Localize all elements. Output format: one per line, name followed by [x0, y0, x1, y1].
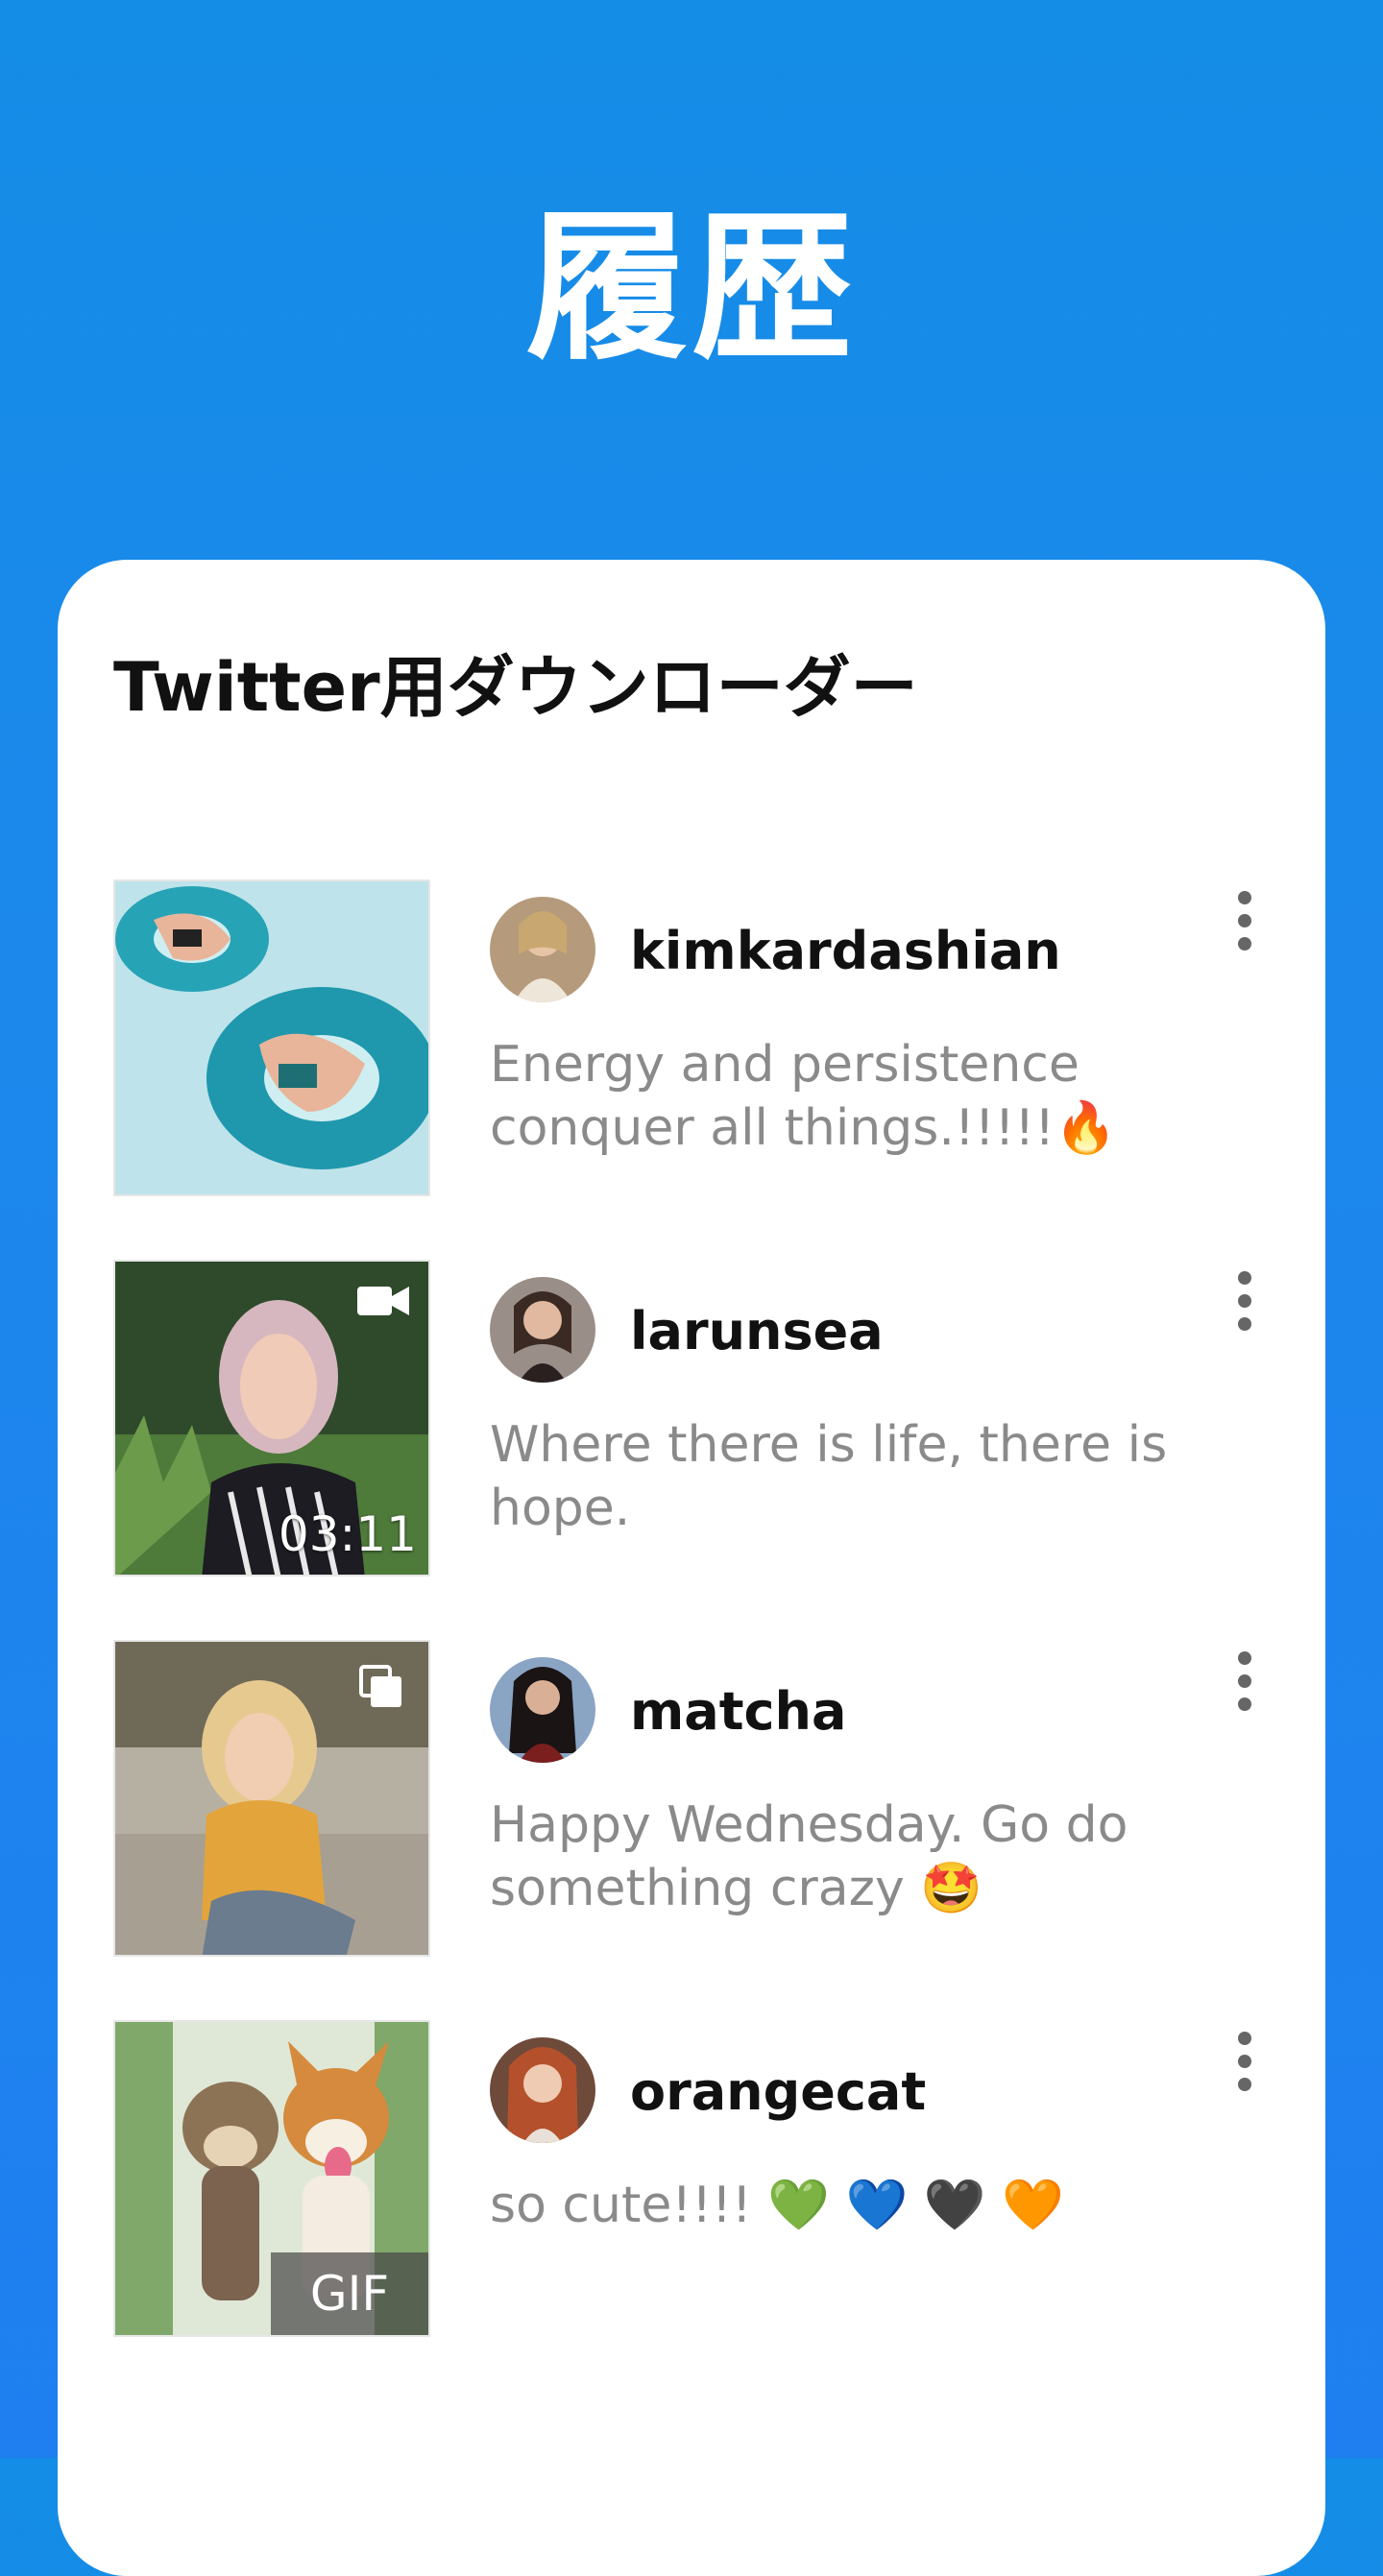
avatar[interactable] [490, 897, 595, 1002]
list-item[interactable]: 03:11 larunsea Where there is life, ther… [113, 1260, 1285, 1577]
avatar[interactable] [490, 2037, 595, 2143]
video-duration: 03:11 [278, 1506, 417, 1562]
avatar[interactable] [490, 1657, 595, 1763]
thumbnail-multi-image[interactable] [113, 1640, 430, 1957]
thumbnail-video[interactable]: 03:11 [113, 1260, 430, 1577]
username[interactable]: kimkardashian [630, 918, 1061, 985]
page-title: 履歴 [526, 194, 857, 382]
more-options-icon[interactable] [1216, 1651, 1274, 1728]
username[interactable]: orangecat [630, 2058, 926, 2126]
list-item[interactable]: kimkardashian Energy and persistence con… [113, 879, 1285, 1196]
username[interactable]: larunsea [630, 1298, 884, 1365]
video-camera-icon [357, 1287, 409, 1315]
avatar[interactable] [490, 1277, 595, 1383]
thumbnail-gif[interactable]: GIF [113, 2020, 430, 2337]
list-item[interactable]: GIF orangecat so cute!!!! 💚 💙 🖤 🧡 [113, 2020, 1285, 2337]
more-options-icon[interactable] [1216, 891, 1274, 968]
card-title: Twitter用ダウンローダー [113, 648, 918, 727]
more-options-icon[interactable] [1216, 1271, 1274, 1348]
more-options-icon[interactable] [1216, 2032, 1274, 2108]
thumbnail-image[interactable] [113, 879, 430, 1196]
username[interactable]: matcha [630, 1678, 846, 1745]
list-item[interactable]: matcha Happy Wednesday. Go do something … [113, 1640, 1285, 1957]
caption-text: Happy Wednesday. Go do something crazy 🤩 [490, 1796, 1128, 1917]
history-card: Twitter用ダウンローダー kimkardashian Energy and… [58, 560, 1325, 2576]
caption-text: Energy and persistence conquer all thing… [490, 1036, 1117, 1157]
caption-text: so cute!!!! 💚 💙 🖤 🧡 [490, 2177, 1064, 2234]
caption-text: Where there is life, there is hope. [490, 1416, 1168, 1537]
gif-badge: GIF [271, 2252, 428, 2335]
multiple-images-icon [359, 1665, 401, 1707]
